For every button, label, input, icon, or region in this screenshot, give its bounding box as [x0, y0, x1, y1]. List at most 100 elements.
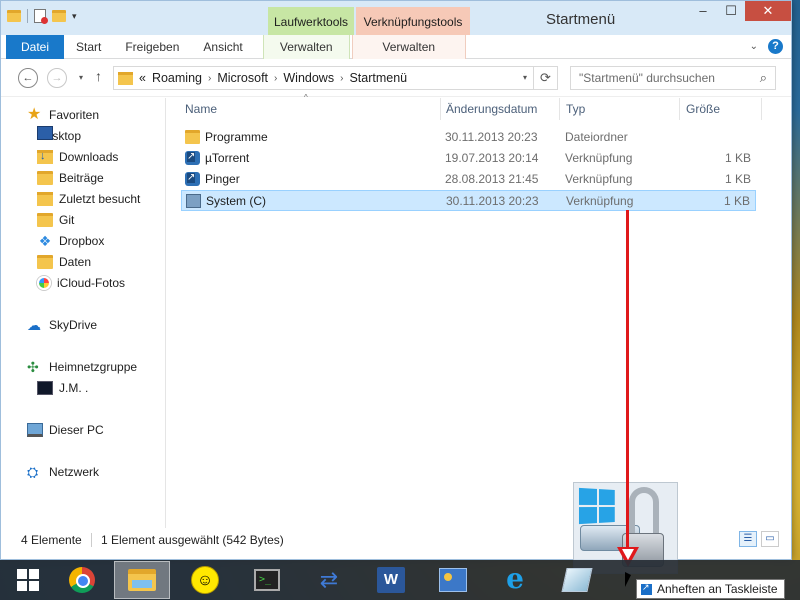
- taskbar-glass-app[interactable]: [549, 561, 605, 599]
- sidebar-item-desktop[interactable]: Desktop: [37, 126, 81, 146]
- sidebar-item-icloud-fotos[interactable]: iCloud-Fotos: [37, 273, 125, 293]
- file-date: 19.07.2013 20:14: [445, 151, 539, 165]
- column-divider[interactable]: [559, 98, 560, 120]
- sidebar-item-daten[interactable]: Daten: [37, 252, 91, 272]
- pin-shortcut-icon: [641, 582, 652, 595]
- file-name: µTorrent: [205, 151, 250, 165]
- sidebar-item-dieser-pc[interactable]: Dieser PC: [27, 420, 104, 440]
- breadcrumb-overflow[interactable]: «: [139, 71, 146, 85]
- breadcrumb-roaming[interactable]: Roaming: [152, 71, 202, 85]
- ribbon-tab-bar: Datei Start Freigeben Ansicht Verwalten …: [1, 35, 791, 59]
- window-title: Startmenü: [546, 11, 616, 28]
- breadcrumb-windows[interactable]: Windows: [283, 71, 334, 85]
- up-button[interactable]: ↑: [95, 68, 102, 84]
- taskbar-smiley[interactable]: ☺: [177, 561, 233, 599]
- tab-datei[interactable]: Datei: [6, 35, 64, 59]
- taskbar-file-explorer[interactable]: [114, 561, 170, 599]
- column-divider[interactable]: [761, 98, 762, 120]
- close-button[interactable]: ✕: [745, 1, 791, 21]
- column-divider[interactable]: [679, 98, 680, 120]
- table-row[interactable]: µTorrent 19.07.2013 20:14 Verknüpfung 1 …: [181, 148, 756, 169]
- window-controls: – ☐ ✕: [689, 1, 791, 21]
- column-header-name[interactable]: Name: [185, 98, 217, 120]
- search-input[interactable]: "Startmenü" durchsuchen ⌕: [570, 66, 776, 90]
- tab-verwalten-verknuepfung[interactable]: Verwalten: [351, 35, 466, 59]
- taskbar-terminal[interactable]: >_: [239, 561, 295, 599]
- sidebar-item-dropbox[interactable]: ❖ Dropbox: [37, 231, 105, 251]
- file-type: Verknüpfung: [565, 172, 633, 186]
- file-size: 1 KB: [724, 151, 751, 165]
- file-name: Pinger: [205, 172, 240, 186]
- toolbar-divider: [27, 9, 28, 23]
- context-tab-verknuepfungstools: Verknüpfungstools: [356, 7, 470, 35]
- cloud-icon: ☁: [27, 317, 41, 333]
- file-type: Verknüpfung: [566, 194, 634, 208]
- sidebar-item-favoriten[interactable]: ★ Favoriten: [27, 105, 99, 125]
- details-view-icon[interactable]: ☰: [739, 531, 757, 547]
- windows-logo-icon: [578, 487, 615, 525]
- status-divider: [91, 533, 92, 547]
- column-header-type[interactable]: Typ: [566, 98, 585, 120]
- title-bar: ▾ Laufwerktools Verknüpfungstools Startm…: [1, 1, 791, 35]
- properties-icon[interactable]: [34, 9, 48, 24]
- sidebar-item-heimnetzgruppe[interactable]: ✣ Heimnetzgruppe: [27, 357, 137, 377]
- table-row-selected[interactable]: System (C) 30.11.2013 20:23 Verknüpfung …: [181, 190, 756, 211]
- chevron-right-icon[interactable]: ›: [274, 73, 277, 84]
- taskbar-start[interactable]: [0, 561, 56, 599]
- tab-ansicht[interactable]: Ansicht: [191, 35, 254, 59]
- sidebar-item-downloads[interactable]: Downloads: [37, 147, 118, 167]
- terminal-icon: >_: [254, 569, 280, 591]
- sidebar-item-netzwerk[interactable]: ⛭ Netzwerk: [27, 462, 99, 482]
- sidebar-item-homegroup-user[interactable]: J.M. .: [37, 378, 88, 398]
- sidebar-item-beitraege[interactable]: Beiträge: [37, 168, 104, 188]
- address-bar[interactable]: « Roaming › Microsoft › Windows › Startm…: [113, 66, 558, 90]
- table-row[interactable]: Pinger 28.08.2013 21:45 Verknüpfung 1 KB: [181, 169, 756, 190]
- file-date: 28.08.2013 21:45: [445, 172, 539, 186]
- column-header-date[interactable]: Änderungsdatum: [446, 98, 537, 120]
- chevron-right-icon[interactable]: ›: [340, 73, 343, 84]
- icloud-photos-icon: [37, 276, 51, 290]
- file-explorer-icon: [128, 569, 156, 591]
- taskbar-word[interactable]: W: [363, 561, 419, 599]
- large-icons-view-icon[interactable]: ▭: [761, 531, 779, 547]
- recent-locations-icon[interactable]: ▾: [79, 73, 83, 82]
- back-button[interactable]: ←: [18, 68, 38, 88]
- breadcrumb-startmenue[interactable]: Startmenü: [349, 71, 407, 85]
- taskbar-chrome[interactable]: [54, 561, 110, 599]
- sidebar-item-git[interactable]: Git: [37, 210, 74, 230]
- address-row: ← → ▾ ↑ « Roaming › Microsoft › Windows …: [1, 59, 791, 97]
- taskbar-control-panel[interactable]: [425, 561, 481, 599]
- tab-freigeben[interactable]: Freigeben: [113, 35, 191, 59]
- minimize-button[interactable]: –: [689, 1, 717, 21]
- folder-icon[interactable]: [7, 10, 21, 22]
- computer-icon: [27, 423, 43, 437]
- customize-toolbar-icon[interactable]: ▾: [72, 11, 77, 22]
- explorer-window: ▾ Laufwerktools Verknüpfungstools Startm…: [0, 0, 792, 560]
- taskbar-network[interactable]: ⇄: [301, 561, 357, 599]
- help-icon[interactable]: ?: [768, 39, 783, 54]
- tab-start[interactable]: Start: [64, 35, 113, 59]
- maximize-button[interactable]: ☐: [717, 1, 745, 21]
- search-icon[interactable]: ⌕: [760, 70, 767, 86]
- drag-arrow-line: [626, 210, 629, 550]
- refresh-icon[interactable]: ⟳: [533, 67, 557, 89]
- recent-places-icon: [37, 192, 53, 206]
- column-divider[interactable]: [440, 98, 441, 120]
- sidebar-item-skydrive[interactable]: ☁ SkyDrive: [27, 315, 97, 335]
- sidebar-item-zuletzt-besucht[interactable]: Zuletzt besucht: [37, 189, 140, 209]
- forward-button[interactable]: →: [47, 68, 67, 88]
- folder-icon: [37, 213, 53, 227]
- table-row[interactable]: Programme 30.11.2013 20:23 Dateiordner: [181, 127, 756, 148]
- address-dropdown-icon[interactable]: ▾: [523, 73, 527, 82]
- chevron-right-icon[interactable]: ›: [208, 73, 211, 84]
- column-header-size[interactable]: Größe: [686, 98, 720, 120]
- taskbar-internet-explorer[interactable]: e: [487, 561, 543, 599]
- tab-verwalten-laufwerk[interactable]: Verwalten: [262, 35, 350, 59]
- new-folder-icon[interactable]: [52, 10, 66, 22]
- expand-ribbon-icon[interactable]: ⌄: [750, 41, 758, 52]
- folder-icon: [185, 130, 200, 144]
- sidebar-item-label: Beiträge: [59, 171, 104, 185]
- folder-icon: [37, 171, 53, 185]
- breadcrumb-microsoft[interactable]: Microsoft: [217, 71, 268, 85]
- chrome-icon: [69, 567, 95, 593]
